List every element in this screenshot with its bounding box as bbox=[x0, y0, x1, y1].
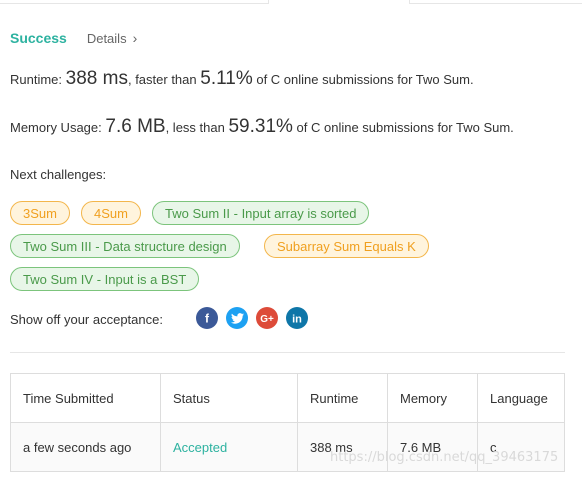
share-icons: f G+ in bbox=[196, 307, 316, 329]
share-row: Show off your acceptance: f G+ in bbox=[10, 307, 308, 331]
challenge-chip-two-sum-iv[interactable]: Two Sum IV - Input is a BST bbox=[10, 267, 200, 291]
challenge-chip-two-sum-iii[interactable]: Two Sum III - Data structure design bbox=[10, 234, 240, 258]
svg-text:G+: G+ bbox=[260, 314, 274, 324]
column-header-runtime: Runtime bbox=[297, 373, 388, 423]
tab-underline-left bbox=[0, 0, 268, 4]
memory-label: Memory Usage: bbox=[10, 120, 102, 135]
tab-divider-left bbox=[268, 0, 269, 4]
twitter-icon[interactable] bbox=[226, 307, 248, 329]
memory-percent: 59.31% bbox=[228, 116, 293, 137]
runtime-suffix: of C online submissions for Two Sum. bbox=[256, 72, 474, 87]
linkedin-icon[interactable]: in bbox=[286, 307, 308, 329]
runtime-label: Runtime: bbox=[10, 72, 63, 87]
facebook-icon[interactable]: f bbox=[196, 307, 218, 329]
runtime-summary: Runtime: 388 ms, faster than 5.11% of C … bbox=[10, 68, 474, 90]
challenge-chip-two-sum-ii[interactable]: Two Sum II - Input array is sorted bbox=[152, 201, 370, 225]
status-accepted-link[interactable]: Accepted bbox=[173, 440, 227, 455]
memory-summary: Memory Usage: 7.6 MB, less than 59.31% o… bbox=[10, 116, 514, 138]
column-header-status: Status bbox=[160, 373, 298, 423]
share-label: Show off your acceptance: bbox=[10, 311, 163, 327]
runtime-faster-text: , faster than bbox=[127, 72, 197, 87]
runtime-percent: 5.11% bbox=[200, 68, 253, 89]
section-divider bbox=[10, 352, 565, 353]
memory-suffix: of C online submissions for Two Sum. bbox=[296, 120, 514, 135]
tab-strip bbox=[0, 0, 582, 4]
details-label: Details bbox=[86, 30, 127, 46]
cell-time-submitted: a few seconds ago bbox=[10, 422, 161, 472]
table-header-row: Time Submitted Status Runtime Memory Lan… bbox=[10, 373, 565, 423]
column-header-time: Time Submitted bbox=[10, 373, 161, 423]
details-link[interactable]: Details › bbox=[87, 31, 137, 46]
status-title: Success bbox=[10, 30, 67, 46]
runtime-value: 388 ms bbox=[65, 68, 128, 89]
svg-text:in: in bbox=[292, 314, 302, 325]
google-plus-icon[interactable]: G+ bbox=[256, 307, 278, 329]
memory-less-text: , less than bbox=[165, 120, 225, 135]
column-header-memory: Memory bbox=[387, 373, 478, 423]
tab-underline-right bbox=[410, 0, 582, 4]
chevron-right-icon: › bbox=[132, 30, 138, 46]
submission-status-row: Success Details › bbox=[10, 28, 137, 48]
challenge-chip-subarray-sum[interactable]: Subarray Sum Equals K bbox=[264, 234, 429, 258]
memory-value: 7.6 MB bbox=[105, 116, 166, 137]
svg-text:f: f bbox=[205, 312, 210, 324]
column-header-language: Language bbox=[477, 373, 565, 423]
challenge-chip-3sum[interactable]: 3Sum bbox=[10, 201, 70, 225]
watermark-text: https://blog.csdn.net/qq_39463175 bbox=[330, 450, 559, 465]
next-challenges-label: Next challenges: bbox=[10, 167, 107, 182]
challenge-chip-4sum[interactable]: 4Sum bbox=[81, 201, 141, 225]
